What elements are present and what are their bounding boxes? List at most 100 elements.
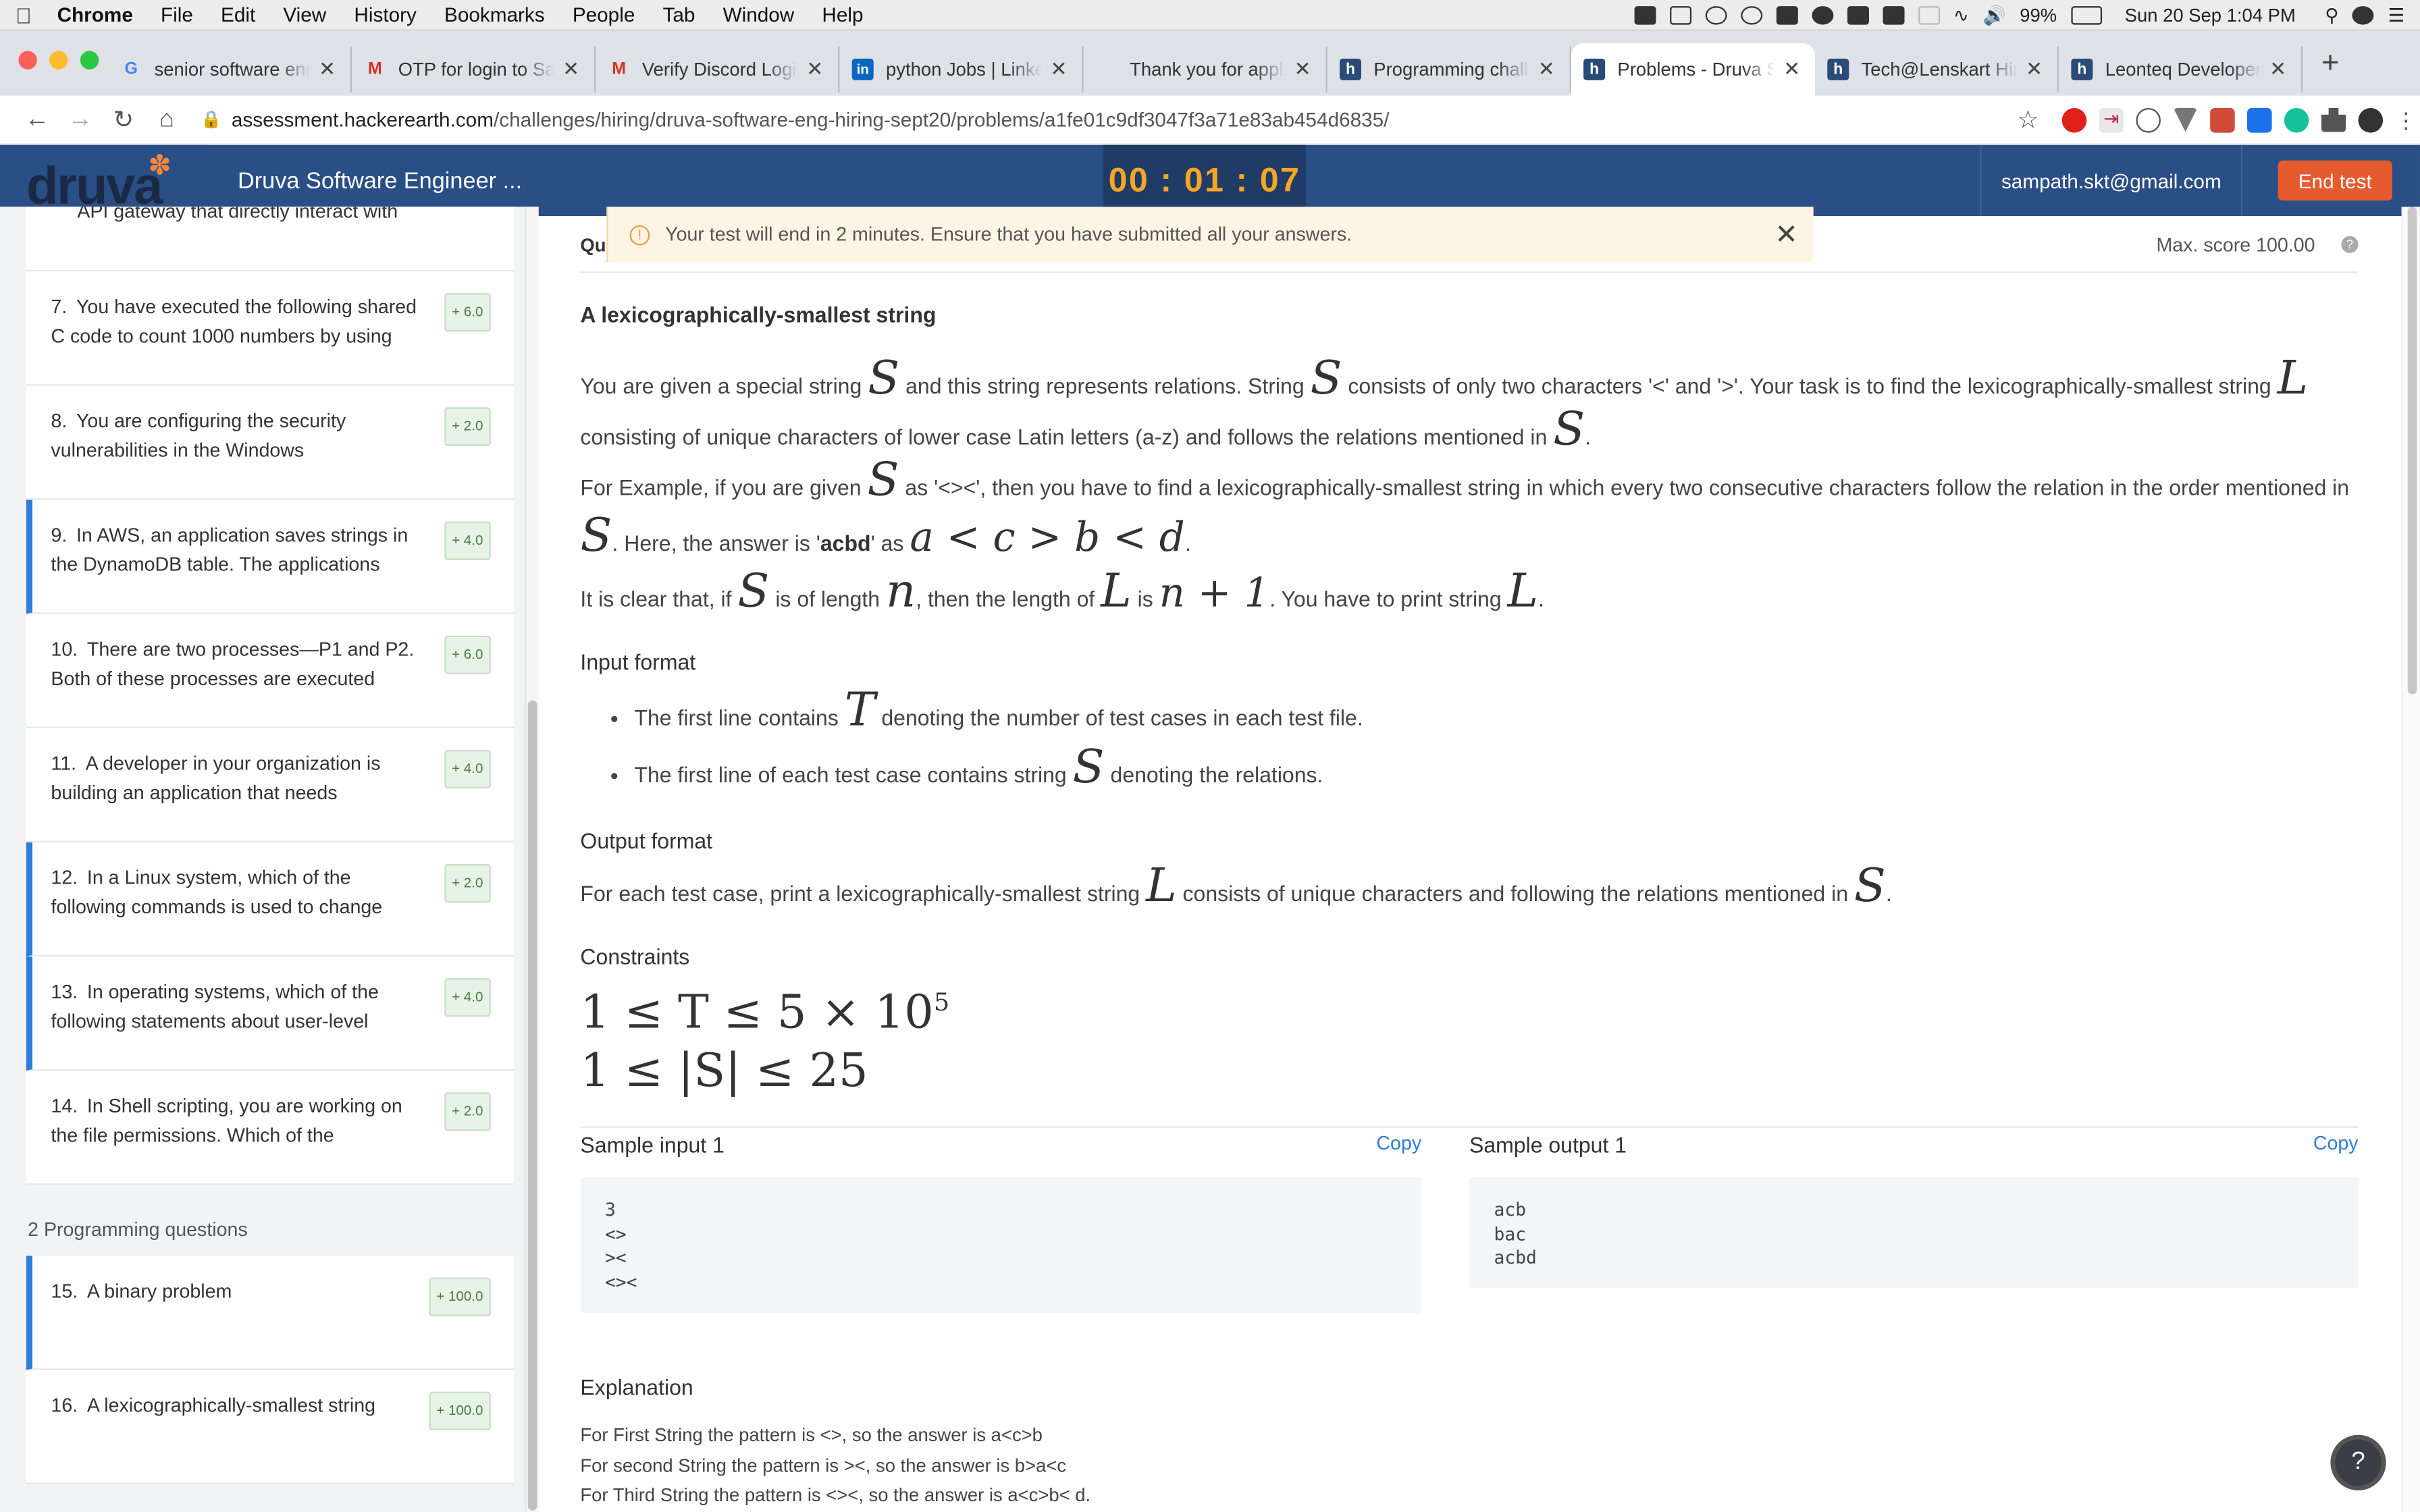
bluetooth-icon[interactable] — [1918, 5, 1940, 24]
question-item-partial[interactable]: API gateway that directly interact with — [26, 207, 515, 272]
browser-tab[interactable]: M Verify Discord Login ✕ — [596, 46, 840, 93]
extensions-puzzle-icon[interactable] — [2321, 107, 2346, 132]
question-item[interactable]: 7. You have executed the following shared… — [26, 271, 515, 386]
close-tab-icon[interactable]: ✕ — [2267, 57, 2289, 82]
help-chat-button[interactable]: ? — [2330, 1434, 2386, 1490]
dropbox-icon[interactable] — [1633, 5, 1656, 24]
d-extension-icon[interactable] — [2246, 107, 2272, 132]
content-scroll-thumb[interactable] — [2407, 207, 2417, 695]
input-format-item: The first line contains T denoting the n… — [634, 687, 2358, 747]
browser-tab[interactable]: h Problems - Druva So ✕ — [1571, 43, 1815, 96]
math-var-s: S — [1310, 352, 1342, 406]
tree-icon[interactable] — [1704, 5, 1727, 24]
circle-extension-icon[interactable] — [2136, 107, 2161, 132]
wifi-icon[interactable]: ∿ — [1953, 4, 1969, 26]
record-icon[interactable] — [1811, 5, 1833, 24]
browser-tab-strip: Gsenior software engi ✕ M OTP for login to … — [0, 30, 2420, 96]
menu-edit[interactable]: Edit — [221, 3, 255, 26]
sidebar-scroll-thumb[interactable] — [527, 700, 537, 1511]
menu-people[interactable]: People — [573, 3, 635, 26]
new-tab-button[interactable]: + — [2321, 45, 2340, 81]
score-badge: + 100.0 — [428, 1391, 491, 1430]
vue-extension-icon[interactable] — [2173, 107, 2198, 132]
question-item[interactable]: 10. There are two processes—P1 and P2. Bo… — [26, 614, 515, 728]
text-span: The first line contains — [634, 705, 839, 730]
question-item[interactable]: 14. In Shell scripting, you are working o… — [26, 1071, 515, 1185]
close-tab-icon[interactable]: ✕ — [317, 57, 338, 82]
close-tab-icon[interactable]: ✕ — [560, 57, 582, 82]
home-icon[interactable]: ⌂ — [145, 106, 188, 134]
browser-tab[interactable]: h Tech@Lenskart Hirin ✕ — [1815, 46, 2059, 93]
question-item[interactable]: 15. A binary problem + 100.0 — [26, 1256, 515, 1370]
control-center-icon[interactable]: ☰ — [2388, 4, 2405, 26]
apple-icon[interactable]:  — [16, 2, 43, 27]
spotlight-icon[interactable]: ⚲ — [2325, 4, 2338, 26]
tab-title: Problems - Druva So — [1617, 58, 1775, 80]
grammarly-icon[interactable] — [2284, 107, 2309, 132]
browser-tab[interactable]: h Programming challen ✕ — [1327, 46, 1571, 93]
menu-bookmarks[interactable]: Bookmarks — [444, 3, 545, 26]
menu-file[interactable]: File — [161, 3, 193, 26]
browser-tab[interactable]: Gsenior software engi ✕ — [108, 46, 352, 93]
zoom-window-button[interactable] — [80, 51, 99, 70]
menubar-datetime[interactable]: Sun 20 Sep 1:04 PM — [2125, 4, 2296, 26]
forward-icon[interactable]: → — [59, 106, 102, 134]
browser-tab[interactable]: in python Jobs | Linked ✕ — [839, 46, 1084, 93]
lock-icon[interactable]: 🔒 — [201, 109, 221, 130]
close-tab-icon[interactable]: ✕ — [1292, 57, 1313, 82]
question-item[interactable]: 9. In AWS, an application saves strings i… — [26, 500, 515, 614]
question-item[interactable]: 11. A developer in your organization is b… — [26, 728, 515, 842]
s-app-icon[interactable] — [1847, 5, 1869, 24]
sidebar-scrollbar[interactable] — [525, 207, 539, 1512]
question-number: 15. — [51, 1280, 78, 1303]
opera-extension-icon[interactable] — [2061, 107, 2087, 132]
glasses-icon[interactable] — [1740, 5, 1762, 24]
address-bar[interactable]: 🔒 assessment.hackerearth.com/challenges/… — [201, 99, 2006, 139]
tab-title: Thank you for applyi — [1130, 58, 1286, 80]
content-scrollbar[interactable] — [2401, 207, 2420, 1512]
close-tab-icon[interactable]: ✕ — [2024, 57, 2045, 82]
arrow-extension-icon[interactable]: ⇥ — [2099, 107, 2124, 132]
menu-app-name[interactable]: Chrome — [57, 3, 133, 26]
back-icon[interactable]: ← — [16, 106, 59, 134]
question-item[interactable]: 12. In a Linux system, which of the follo… — [26, 842, 515, 957]
question-item[interactable]: 13. In operating systems, which of the fo… — [26, 956, 515, 1071]
close-tab-icon[interactable]: ✕ — [804, 57, 826, 82]
battery-icon[interactable] — [2070, 5, 2102, 24]
menu-history[interactable]: History — [354, 3, 416, 26]
browser-tab[interactable]: Thank you for applyi ✕ — [1084, 46, 1327, 93]
menu-tab[interactable]: Tab — [662, 3, 695, 26]
user-email[interactable]: sampath.skt@gmail.com — [1980, 144, 2243, 216]
linkedin-icon: in — [851, 58, 874, 80]
question-item[interactable]: 8. You are configuring the security vulne… — [26, 385, 515, 500]
a-app-icon[interactable] — [1882, 5, 1904, 24]
menu-view[interactable]: View — [283, 3, 326, 26]
window-icon[interactable] — [1669, 5, 1691, 24]
browser-tab[interactable]: M OTP for login to Sam ✕ — [352, 46, 596, 93]
volume-icon[interactable]: 🔊 — [1982, 4, 2005, 26]
bookmark-star-icon[interactable]: ☆ — [2006, 104, 2049, 135]
question-number: 14. — [51, 1095, 78, 1117]
siri-icon[interactable] — [2352, 5, 2374, 24]
close-icon[interactable]: ✕ — [1774, 219, 1797, 252]
close-tab-icon[interactable]: ✕ — [1535, 57, 1557, 82]
profile-avatar[interactable] — [2358, 107, 2384, 132]
reload-icon[interactable]: ↻ — [102, 104, 145, 135]
browser-tab[interactable]: h Leonteq Developer H ✕ — [2059, 46, 2303, 93]
minimize-window-button[interactable] — [49, 51, 68, 70]
question-item[interactable]: 16. A lexicographically-smallest string + … — [26, 1370, 515, 1484]
menu-help[interactable]: Help — [822, 3, 863, 26]
druva-logo[interactable]: druva ✽ — [0, 144, 207, 216]
close-tab-icon[interactable]: ✕ — [1048, 57, 1070, 82]
calendar-extension-icon[interactable] — [2210, 107, 2235, 132]
chrome-menu-icon[interactable]: ⋮ — [2395, 107, 2417, 132]
end-test-button[interactable]: End test — [2278, 160, 2392, 201]
copy-output-button[interactable]: Copy — [2313, 1133, 2359, 1158]
menu-window[interactable]: Window — [723, 3, 795, 26]
help-icon[interactable]: ? — [2341, 236, 2359, 253]
close-tab-icon[interactable]: ✕ — [1781, 57, 1803, 82]
copy-input-button[interactable]: Copy — [1376, 1133, 1421, 1158]
animal-icon[interactable] — [1776, 5, 1798, 24]
constraint-s: 1 ≤ |S| ≤ 25 — [580, 1044, 868, 1099]
close-window-button[interactable] — [18, 51, 37, 70]
